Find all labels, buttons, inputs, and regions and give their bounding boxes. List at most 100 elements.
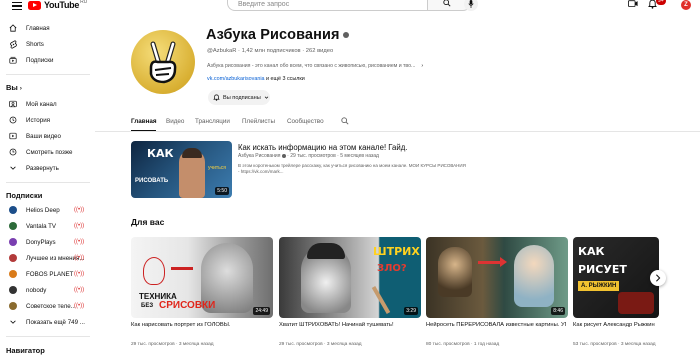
youtube-logo[interactable]: YouTube RU	[28, 0, 87, 10]
shorts-icon	[9, 39, 17, 49]
channel-link[interactable]: vk.com/azbukarisovania	[207, 76, 265, 82]
sidebar-item-label: Ваши видео	[26, 132, 61, 140]
sidebar-item-history[interactable]: История	[0, 113, 95, 127]
channel-description[interactable]: Азбука рисования - это канал обо всем, ч…	[207, 63, 423, 69]
sidebar-item-home[interactable]: Главная	[0, 21, 95, 35]
live-indicator-icon: ((•))	[74, 271, 85, 277]
live-indicator-icon: ((•))	[74, 287, 85, 293]
logo-text: YouTube	[44, 0, 80, 10]
sidebar-sub-nobody[interactable]: nobody ((•))	[0, 283, 95, 297]
video-meta: 80 тыс. просмотров · 1 год назад	[426, 342, 500, 347]
channel-avatar	[9, 254, 17, 262]
verified-badge-icon	[281, 153, 286, 158]
featured-video-title[interactable]: Как искать информацию на этом канале! Га…	[238, 143, 407, 152]
tab-home[interactable]: Главная	[131, 118, 157, 125]
video-count: 262 видео	[305, 48, 334, 54]
video-title[interactable]: Как рисует Александр Рыжкин.	[573, 322, 655, 328]
create-icon[interactable]	[628, 0, 638, 8]
microphone-icon	[468, 0, 474, 8]
account-avatar[interactable]: Z	[681, 0, 691, 10]
video-duration: 3:29	[404, 307, 418, 315]
sidebar-item-shorts[interactable]: Shorts	[0, 37, 95, 51]
live-indicator-icon: ((•))	[74, 255, 85, 261]
chevron-down-icon	[264, 96, 269, 99]
menu-icon[interactable]	[12, 2, 22, 11]
sidebar-item-label: История	[26, 116, 50, 124]
notification-count-badge: 9+	[656, 0, 666, 5]
video-thumbnail[interactable]: ШТРИХ ЗЛО? 3:29	[279, 237, 421, 318]
video-thumbnail[interactable]: КАК РИСУЕТ А. РЫЖКИН	[573, 237, 659, 318]
channel-meta: @AzbukaR · 1,42 млн подписчиков · 262 ви…	[207, 48, 334, 54]
sidebar-show-more[interactable]: Показать ещё 749 ...	[0, 315, 95, 329]
sidebar-item-your-videos[interactable]: Ваши видео	[0, 129, 95, 143]
video-meta: 53 тыс. просмотров · 3 месяца назад	[573, 342, 656, 347]
sidebar-sub-luchshee[interactable]: Лучшее из мнения... ((•))	[0, 251, 95, 265]
sidebar-divider	[6, 336, 90, 337]
featured-video-thumbnail[interactable]: КАК РИСОВАТЬ учиться 5:50	[131, 141, 232, 198]
sidebar-sub-sovetskoe[interactable]: Советское теле... ((•))	[0, 299, 95, 313]
tab-playlists[interactable]: Плейлисты	[242, 118, 275, 125]
more-links[interactable]: и ещё 3 ссылки	[266, 76, 305, 82]
sidebar-item-expand[interactable]: Развернуть	[0, 161, 95, 175]
channel-avatar	[9, 302, 17, 310]
live-indicator-icon: ((•))	[74, 303, 85, 309]
search-icon	[443, 0, 451, 7]
logo-country: RU	[80, 0, 88, 5]
sidebar-item-label: Helios Deep	[26, 206, 60, 214]
you-section-heading[interactable]: Вы ›	[6, 83, 22, 92]
sidebar-item-subscriptions[interactable]: Подписки	[0, 53, 95, 67]
chevron-right-icon	[656, 274, 661, 282]
search-input[interactable]: Введите запрос	[227, 0, 427, 11]
sidebar-item-label: Смотреть позже	[26, 148, 73, 156]
thumbnail-text: А. РЫЖКИН	[578, 281, 620, 291]
sidebar-item-label: Советское теле...	[26, 302, 76, 310]
sidebar-item-my-channel[interactable]: Мой канал	[0, 97, 95, 111]
live-indicator-icon: ((•))	[74, 207, 85, 213]
verified-badge-icon	[342, 32, 349, 39]
sidebar-divider	[6, 74, 90, 75]
painting-shape	[618, 292, 654, 314]
thumbnail-text: СРИСОВКИ	[159, 300, 216, 311]
sidebar-sub-fobos-planet[interactable]: FOBOS PLANET ((•))	[0, 267, 95, 281]
video-thumbnail[interactable]: 8:46	[426, 237, 568, 318]
chevron-down-icon	[10, 166, 16, 170]
video-thumbnail[interactable]: ТЕХНИКА БЕЗ СРИСОВКИ 24:49	[131, 237, 273, 318]
sidebar-item-label: Мой канал	[26, 100, 57, 108]
chevron-right-icon: ›	[421, 63, 424, 69]
channel-avatar-large[interactable]	[131, 30, 195, 94]
channel-handle: @AzbukaR	[207, 48, 237, 54]
bell-icon	[213, 94, 220, 101]
sidebar-item-watch-later[interactable]: Смотреть позже	[0, 145, 95, 159]
video-title[interactable]: Как нарисовать портрет из ГОЛОВЫ.	[131, 322, 271, 328]
channel-search-icon[interactable]	[341, 117, 349, 125]
sidebar-sub-donyplays[interactable]: DonyPlays ((•))	[0, 235, 95, 249]
voice-search-button[interactable]	[464, 0, 478, 11]
video-duration: 8:46	[551, 307, 565, 315]
sidebar-sub-helios-deep[interactable]: Helios Deep ((•))	[0, 203, 95, 217]
painting-figure	[438, 247, 472, 297]
arrow-head-shape	[500, 257, 507, 267]
sidebar-item-label: Главная	[26, 24, 50, 32]
your-videos-icon	[9, 132, 17, 140]
thumbnail-text: учиться	[208, 165, 227, 171]
presenter-hair	[182, 148, 202, 158]
sidebar-item-label: Показать ещё 749 ...	[26, 318, 85, 326]
video-title[interactable]: Хватит ШТРИХОВАТЬ! Начинай тушевать!	[279, 322, 419, 328]
carousel-next-button[interactable]	[650, 270, 666, 286]
video-title[interactable]: Нейросеть ПЕРЕРИСОВАЛА известные картины…	[426, 322, 566, 328]
video-meta: 29 тыс. просмотров · 3 месяца назад	[279, 342, 362, 347]
thumbnail-text: БЕЗ	[141, 303, 154, 309]
tab-community[interactable]: Сообщество	[287, 118, 324, 125]
channel-avatar	[9, 222, 17, 230]
tab-live[interactable]: Трансляции	[195, 118, 230, 125]
sidebar-item-label: Vantala TV	[26, 222, 57, 230]
tab-videos[interactable]: Видео	[166, 118, 184, 125]
sidebar-item-label: FOBOS PLANET	[26, 270, 74, 278]
sidebar-item-label: Подписки	[26, 56, 54, 64]
live-indicator-icon: ((•))	[74, 223, 85, 229]
subscribed-button[interactable]: Вы подписаны	[208, 90, 270, 105]
hair-shape	[307, 243, 345, 259]
sidebar-item-label: Развернуть	[26, 164, 59, 172]
chevron-down-icon	[10, 320, 16, 324]
sidebar-sub-vantala-tv[interactable]: Vantala TV ((•))	[0, 219, 95, 233]
